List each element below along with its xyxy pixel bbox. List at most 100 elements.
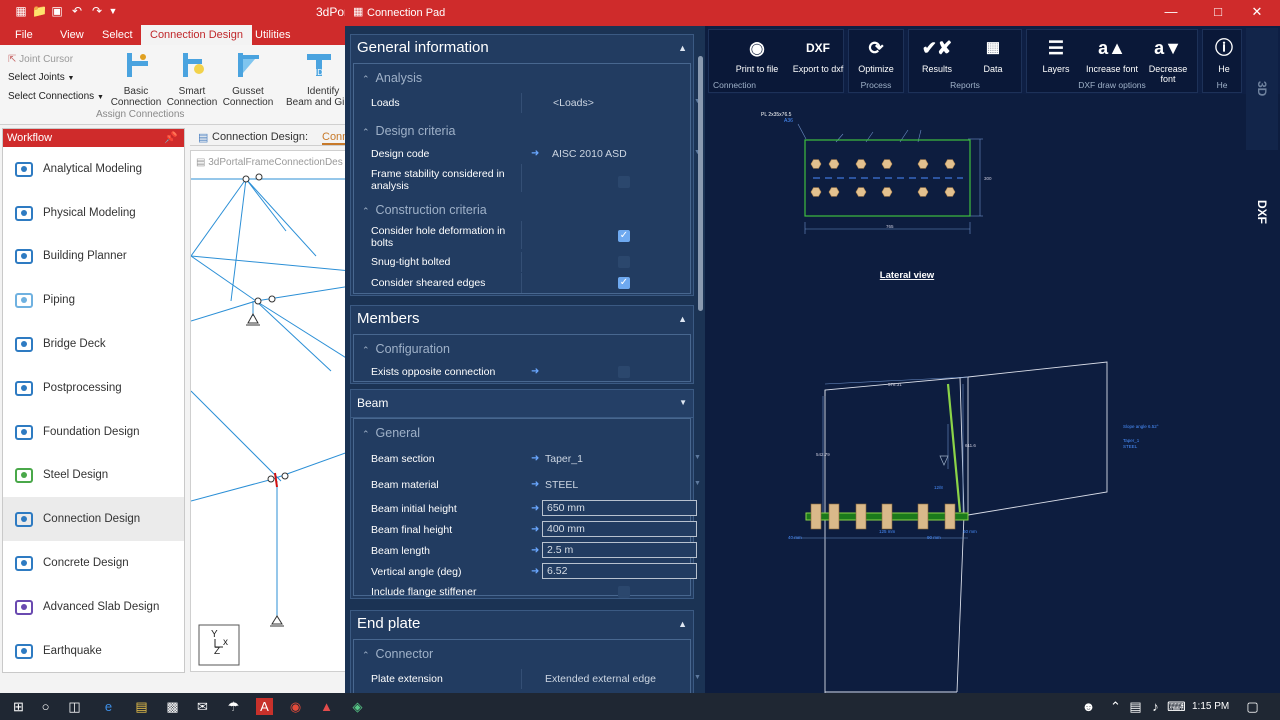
data-button[interactable]: ▦ Data — [966, 34, 1020, 74]
collapse-caret-icon[interactable]: ▲ — [678, 306, 687, 332]
opposite-connection-checkbox[interactable] — [618, 366, 630, 378]
basic-connection-button[interactable]: Basic Connection — [107, 51, 165, 108]
acrobat-icon[interactable]: A — [256, 698, 273, 715]
beam-length-input[interactable]: 2.5 m — [542, 542, 697, 558]
workflow-item[interactable]: Foundation Design — [3, 410, 184, 454]
beam-initial-height-input[interactable]: 650 mm — [542, 500, 697, 516]
frame-stability-checkbox[interactable] — [618, 176, 630, 188]
workflow-item[interactable]: Building Planner — [3, 235, 184, 279]
network-icon[interactable]: ▤ — [1127, 698, 1144, 715]
expand-caret-icon[interactable]: ▼ — [679, 390, 687, 416]
decrease-font-button[interactable]: a▼ Decrease font — [1141, 34, 1195, 84]
connection-pad-taskbar-icon[interactable]: ◈ — [349, 698, 366, 715]
model-viewport[interactable]: ▤ 3dPortalFrameConnectionDes Y x Z — [190, 150, 351, 672]
pin-icon[interactable]: 📌 — [164, 129, 178, 147]
subgroup-construction-criteria[interactable]: ⌃ Construction criteria — [362, 203, 487, 217]
properties-scrollbar[interactable] — [698, 56, 703, 311]
section-header-end-plate[interactable]: End plate ▲ — [351, 611, 693, 639]
subgroup-analysis[interactable]: ⌃ Analysis — [362, 71, 422, 85]
help-button[interactable]: ⓘ He — [1205, 34, 1241, 74]
workflow-item[interactable]: Analytical Modeling — [3, 147, 184, 191]
gusset-connection-button[interactable]: Gusset Connection — [219, 51, 277, 108]
menu-file[interactable]: File — [7, 25, 41, 45]
windows-start-icon[interactable]: ⊞ — [10, 698, 27, 715]
collapse-caret-icon[interactable]: ▲ — [678, 611, 687, 637]
section-header-members[interactable]: Members ▲ — [351, 306, 693, 334]
dxf-drawing-canvas[interactable]: PL 2x35x76.5 A36 300 765 Lateral view 57… — [708, 94, 1241, 693]
dropdown-arrow-icon[interactable]: ▼ — [694, 454, 701, 461]
undo-icon[interactable]: ↶ — [70, 4, 84, 18]
open-folder-icon[interactable]: 📁 — [32, 4, 47, 18]
workflow-item[interactable]: Advanced Slab Design — [3, 585, 184, 629]
workflow-item[interactable]: Bridge Deck — [3, 322, 184, 366]
link-arrow-icon[interactable]: ➜ — [531, 503, 539, 514]
side-tab-3d[interactable]: 3D — [1246, 28, 1278, 150]
beam-section-dropdown[interactable]: Taper_1 — [545, 453, 583, 465]
loads-dropdown[interactable]: <Loads> — [553, 97, 594, 109]
dropdown-arrow-icon[interactable]: ▼ — [694, 674, 701, 681]
section-header-beam[interactable]: Beam ▼ — [351, 390, 693, 418]
link-arrow-icon[interactable]: ➜ — [531, 545, 539, 556]
link-arrow-icon[interactable]: ➜ — [531, 148, 539, 159]
increase-font-button[interactable]: a▲ Increase font — [1085, 34, 1139, 74]
smart-connection-button[interactable]: Smart Connection — [163, 51, 221, 108]
task-view-icon[interactable]: ◫ — [66, 698, 83, 715]
workflow-item[interactable]: Piping — [3, 278, 184, 322]
collapse-caret-icon[interactable]: ▲ — [678, 35, 687, 61]
chevron-up-icon[interactable]: ⌃ — [1107, 698, 1124, 715]
maximize-icon[interactable]: □ — [1210, 4, 1226, 20]
app-icon-1[interactable]: ☂ — [225, 698, 242, 715]
minimize-icon[interactable]: — — [1163, 4, 1179, 20]
side-tab-dxf[interactable]: DXF — [1246, 153, 1278, 271]
design-code-dropdown[interactable]: AISC 2010 ASD — [552, 148, 627, 160]
beam-final-height-input[interactable]: 400 mm — [542, 521, 697, 537]
chrome-icon[interactable]: ◉ — [287, 698, 304, 715]
mail-icon[interactable]: ✉ — [194, 698, 211, 715]
vertical-angle-input[interactable]: 6.52 — [542, 563, 697, 579]
notifications-icon[interactable]: ▢ — [1244, 698, 1261, 715]
hole-deformation-checkbox[interactable]: ✓ — [618, 230, 630, 242]
link-arrow-icon[interactable]: ➜ — [531, 524, 539, 535]
keyboard-icon[interactable]: ⌨ — [1167, 698, 1186, 715]
select-connections-button[interactable]: Select Connections ▼ — [8, 91, 104, 102]
select-joints-button[interactable]: Select Joints ▼ — [8, 72, 74, 83]
workflow-item[interactable]: Steel Design — [3, 454, 184, 498]
menu-view[interactable]: View — [52, 25, 92, 45]
menu-utilities[interactable]: Utilities — [247, 25, 298, 45]
taskbar-clock[interactable]: 1:15 PM — [1192, 701, 1229, 712]
optimize-button[interactable]: ⟳ Optimize — [849, 34, 903, 74]
snug-tight-checkbox[interactable] — [618, 256, 630, 268]
portal-app-taskbar-icon[interactable]: ▲ — [318, 698, 335, 715]
section-header-general[interactable]: General information ▲ — [351, 35, 693, 63]
search-icon[interactable]: ○ — [37, 698, 54, 715]
workflow-item[interactable]: Postprocessing — [3, 366, 184, 410]
flange-stiffener-checkbox[interactable] — [618, 586, 630, 598]
plate-extension-dropdown[interactable]: Extended external edge — [545, 673, 656, 685]
sheared-edges-checkbox[interactable]: ✓ — [618, 277, 630, 289]
subgroup-beam-general[interactable]: ⌃ General — [362, 426, 420, 440]
link-arrow-icon[interactable]: ➜ — [531, 566, 539, 577]
save-icon[interactable]: ▣ — [50, 4, 64, 18]
print-to-file-button[interactable]: ◉ Print to file — [729, 34, 785, 74]
dropdown-arrow-icon[interactable]: ▼ — [694, 480, 701, 487]
link-arrow-icon[interactable]: ➜ — [531, 453, 539, 464]
joint-cursor-button[interactable]: ⇱ Joint Cursor — [8, 54, 73, 65]
link-arrow-icon[interactable]: ➜ — [531, 366, 539, 377]
workflow-item[interactable]: Concrete Design — [3, 541, 184, 585]
results-button[interactable]: ✔✘ Results — [910, 34, 964, 74]
beam-material-dropdown[interactable]: STEEL — [545, 479, 578, 491]
people-icon[interactable]: ☻ — [1080, 698, 1097, 715]
quick-access-dropdown-icon[interactable]: ▼ — [106, 4, 120, 18]
subgroup-connector[interactable]: ⌃ Connector — [362, 647, 433, 661]
export-to-dxf-button[interactable]: DXF Export to dxf — [791, 34, 845, 74]
link-arrow-icon[interactable]: ➜ — [531, 479, 539, 490]
volume-icon[interactable]: ♪ — [1147, 698, 1164, 715]
layers-button[interactable]: ☰ Layers — [1029, 34, 1083, 74]
workflow-item[interactable]: Connection Design — [3, 497, 184, 542]
redo-icon[interactable]: ↷ — [90, 4, 104, 18]
menu-connection-design[interactable]: Connection Design — [141, 25, 252, 45]
subgroup-design-criteria[interactable]: ⌃ Design criteria — [362, 124, 455, 138]
close-icon[interactable]: ✕ — [1249, 4, 1265, 20]
menu-select[interactable]: Select — [94, 25, 141, 45]
view-tab-connection-design[interactable]: Connection Design: — [212, 131, 308, 143]
